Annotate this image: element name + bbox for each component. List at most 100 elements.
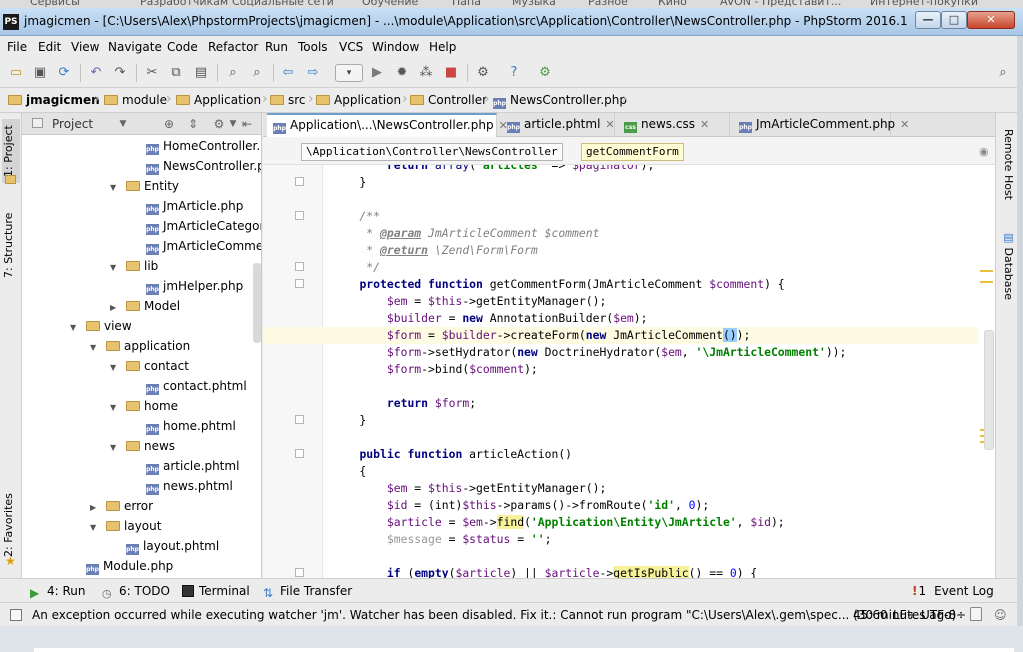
lock-icon[interactable] xyxy=(970,607,982,621)
expand-arrow-icon[interactable]: ▼ xyxy=(110,258,120,278)
tree-item[interactable]: ▼ news xyxy=(110,436,175,456)
tree-item[interactable]: ▼ lib xyxy=(110,256,158,276)
tree-item[interactable]: ▼ home xyxy=(110,396,178,416)
menu-navigate[interactable]: Navigate xyxy=(108,40,162,54)
collapse-arrow-icon[interactable]: ▶ xyxy=(110,298,120,318)
help-icon[interactable]: ? xyxy=(506,65,522,81)
maximize-button[interactable]: □ xyxy=(941,11,967,29)
tree-item[interactable]: php jmHelper.php xyxy=(146,276,243,296)
undo-icon[interactable]: ↶ xyxy=(88,65,104,81)
close-tab-icon[interactable]: ✕ xyxy=(900,118,909,131)
settings-icon[interactable]: ⚙ xyxy=(475,65,491,81)
method-crumb[interactable]: getCommentForm xyxy=(581,143,684,161)
breadcrumb-item[interactable]: Controller xyxy=(410,93,487,109)
debug-icon[interactable]: ✹ xyxy=(394,65,410,81)
tree-item[interactable]: ▶ error xyxy=(90,496,153,516)
bookmark[interactable]: Папа xyxy=(452,0,481,8)
breadcrumb-item[interactable]: src xyxy=(270,93,306,109)
hide-panel-icon[interactable]: ⇤ xyxy=(240,117,254,131)
sync-icon[interactable]: ⟳ xyxy=(56,65,72,81)
tree-item[interactable]: ▼ view xyxy=(70,316,132,336)
namespace-crumb[interactable]: \Application\Controller\NewsController xyxy=(301,143,563,161)
bookmark[interactable]: Интернет-покупки xyxy=(870,0,978,8)
bookmark[interactable]: Разное xyxy=(588,0,628,8)
tree-item[interactable]: php news.phtml xyxy=(146,476,233,496)
tree-item[interactable]: php HomeController.php xyxy=(146,136,261,156)
project-panel-title[interactable]: Project xyxy=(52,117,93,131)
back-icon[interactable]: ⇦ xyxy=(280,65,296,81)
expand-arrow-icon[interactable]: ▼ xyxy=(110,398,120,418)
tree-item[interactable]: php NewsController.php xyxy=(146,156,261,176)
run-config-dropdown[interactable]: ▾ xyxy=(335,64,363,82)
forward-icon[interactable]: ⇨ xyxy=(305,65,321,81)
menu-refactor[interactable]: Refactor xyxy=(208,40,258,54)
editor-tab-newscontroller[interactable]: php Application\...\NewsController.php ✕ xyxy=(267,113,508,137)
tree-item[interactable]: php Module.php xyxy=(86,556,173,576)
expand-arrow-icon[interactable]: ▼ xyxy=(90,518,100,538)
expand-arrow-icon[interactable]: ▼ xyxy=(70,318,80,338)
warning-mark[interactable] xyxy=(980,281,993,283)
coverage-icon[interactable]: ⁂ xyxy=(418,65,434,81)
stop-icon[interactable]: ■ xyxy=(443,65,459,81)
bookmark[interactable]: Сервисы xyxy=(30,0,80,8)
tool-tab-structure[interactable]: 7: Structure xyxy=(2,205,20,285)
expand-arrow-icon[interactable]: ▼ xyxy=(110,178,120,198)
redo-icon[interactable]: ↷ xyxy=(112,65,128,81)
menu-vcs[interactable]: VCS xyxy=(339,40,363,54)
find-icon[interactable]: ⌕ xyxy=(225,65,241,81)
breadcrumb-item[interactable]: jmagicmen xyxy=(8,93,100,109)
plugin-icon[interactable]: ⚙ xyxy=(537,65,553,81)
editor-scrollbar[interactable] xyxy=(984,330,994,450)
collapse-all-icon[interactable]: ⇕ xyxy=(186,117,200,131)
tree-item[interactable]: ▼ layout xyxy=(90,516,161,536)
expand-arrow-icon[interactable]: ▼ xyxy=(110,438,120,458)
breadcrumb-item[interactable]: Application xyxy=(316,93,401,109)
collapse-arrow-icon[interactable]: ▶ xyxy=(90,498,100,518)
target-icon[interactable]: ⊕ xyxy=(162,117,176,131)
warning-mark[interactable] xyxy=(980,270,993,272)
code-editor[interactable]: return array('articles' => $paginator); … xyxy=(263,165,995,578)
tree-item[interactable]: php JmArticle.php xyxy=(146,196,243,216)
menu-file[interactable]: File xyxy=(7,40,27,54)
cut-icon[interactable]: ✂ xyxy=(144,65,160,81)
tree-item[interactable]: ▼ Entity xyxy=(110,176,179,196)
close-button[interactable]: ✕ xyxy=(967,11,1015,29)
minimize-button[interactable]: — xyxy=(915,11,941,29)
tree-item[interactable]: ▶ Model xyxy=(110,296,180,316)
eye-icon[interactable]: ◉ xyxy=(979,145,989,158)
editor-tab-jmarticlecomment[interactable]: php JmArticleComment.php ✕ xyxy=(733,113,909,137)
menu-tools[interactable]: Tools xyxy=(298,40,328,54)
tool-tab-project[interactable]: 1: Project xyxy=(2,119,20,183)
tool-file-transfer[interactable]: ⇅ File Transfer xyxy=(263,584,352,599)
line-separator[interactable]: LF÷ xyxy=(893,608,917,622)
editor-tab-news-css[interactable]: css news.css ✕ xyxy=(618,113,730,137)
breadcrumb-item[interactable]: Application xyxy=(176,93,261,109)
menu-window[interactable]: Window xyxy=(372,40,419,54)
run-icon[interactable]: ▶ xyxy=(369,65,385,81)
bookmark[interactable]: Музыка xyxy=(512,0,556,8)
menu-view[interactable]: View xyxy=(71,40,99,54)
breadcrumb-item[interactable]: module xyxy=(104,93,167,109)
caret-position[interactable]: 45:60 xyxy=(853,608,888,622)
editor-tab-article[interactable]: php article.phtml ✕ xyxy=(501,113,615,137)
tool-run[interactable]: ▶ 4: Run xyxy=(30,584,86,599)
bookmark[interactable]: Социальные сети xyxy=(232,0,334,8)
tool-todo[interactable]: ◷ 6: TODO xyxy=(102,584,170,600)
menu-edit[interactable]: Edit xyxy=(38,40,61,54)
copy-icon[interactable]: ⧉ xyxy=(168,65,184,81)
tree-item[interactable]: php JmArticleComment.php xyxy=(146,236,261,256)
expand-arrow-icon[interactable]: ▼ xyxy=(110,358,120,378)
bookmark[interactable]: Обучение xyxy=(362,0,418,8)
breadcrumb-item[interactable]: php NewsController.php xyxy=(493,93,627,109)
tree-item[interactable]: php contact.phtml xyxy=(146,376,247,396)
tree-item[interactable]: ▼ application xyxy=(90,336,190,356)
replace-icon[interactable]: ⌕ xyxy=(249,65,265,81)
bookmark[interactable]: Разработчикам xyxy=(140,0,228,8)
menu-help[interactable]: Help xyxy=(429,40,456,54)
status-toggle-icon[interactable] xyxy=(10,609,22,621)
chevron-down-icon[interactable]: ▼ xyxy=(226,117,240,131)
menu-code[interactable]: Code xyxy=(167,40,198,54)
menu-run[interactable]: Run xyxy=(265,40,288,54)
save-icon[interactable]: ▣ xyxy=(32,65,48,81)
bookmark[interactable]: AVON - Представит... xyxy=(720,0,841,8)
